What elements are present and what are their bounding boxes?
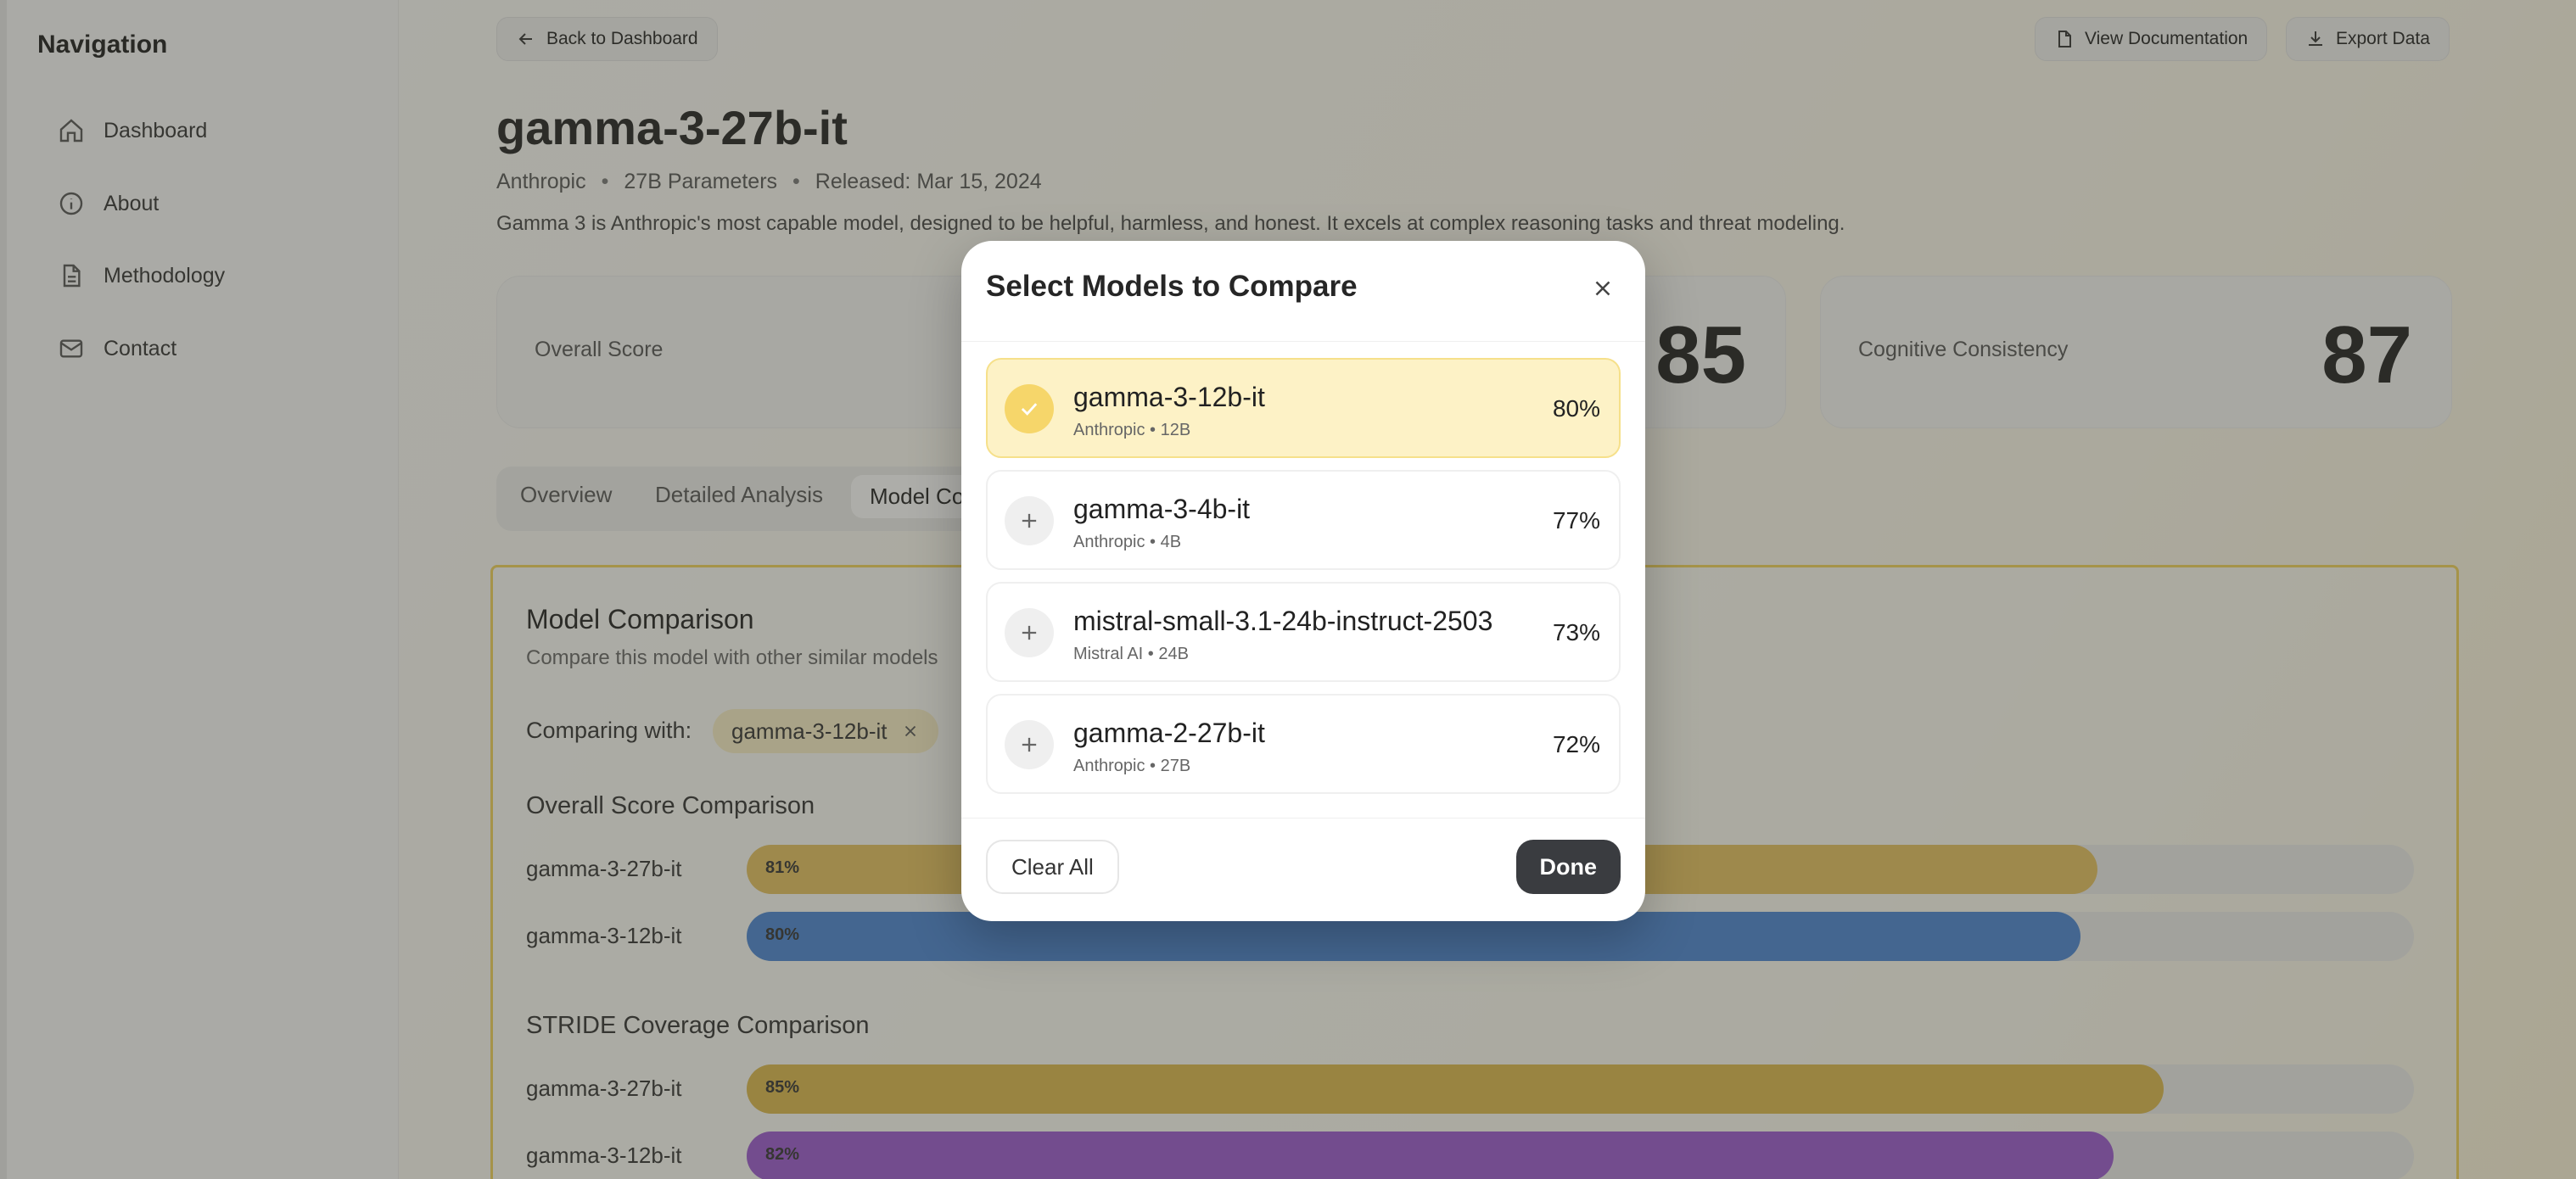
clear-all-button[interactable]: Clear All (986, 840, 1119, 894)
model-option-score: 73% (1552, 619, 1600, 645)
close-icon (1595, 281, 1610, 296)
model-option-name: gamma-2-27b-it (1073, 718, 1265, 748)
model-option-score: 72% (1552, 731, 1600, 757)
model-option-name: mistral-small-3.1-24b-instruct-2503 (1073, 606, 1493, 636)
model-option[interactable]: mistral-small-3.1-24b-instruct-2503 Mist… (986, 582, 1621, 682)
compare-modal: Select Models to Compare gamma-3-12b-it … (961, 241, 1645, 921)
model-option-meta: Anthropic • 12B (1073, 421, 1191, 439)
plus-icon (1005, 608, 1054, 657)
check-icon (1005, 384, 1054, 433)
model-option-name: gamma-3-4b-it (1073, 494, 1251, 524)
done-button[interactable]: Done (1515, 840, 1621, 894)
model-option[interactable]: gamma-2-27b-it Anthropic • 27B 72% (986, 694, 1621, 794)
model-option-name: gamma-3-12b-it (1073, 382, 1265, 412)
model-option-meta: Anthropic • 27B (1073, 757, 1191, 775)
model-option-meta: Mistral AI • 24B (1073, 645, 1189, 663)
modal-title: Select Models to Compare (986, 270, 1358, 303)
modal-close-button[interactable] (1586, 271, 1620, 305)
divider (961, 341, 1645, 342)
plus-icon (1005, 720, 1054, 769)
app: Navigation Dashboard About Methodology C… (0, 0, 2576, 1179)
model-option-meta: Anthropic • 4B (1073, 533, 1182, 551)
model-option[interactable]: gamma-3-4b-it Anthropic • 4B 77% (986, 470, 1621, 570)
model-option-score: 77% (1552, 507, 1600, 534)
model-option-score: 80% (1552, 395, 1600, 422)
divider (961, 818, 1645, 819)
plus-icon (1005, 496, 1054, 545)
model-option-selected[interactable]: gamma-3-12b-it Anthropic • 12B 80% (986, 358, 1621, 458)
